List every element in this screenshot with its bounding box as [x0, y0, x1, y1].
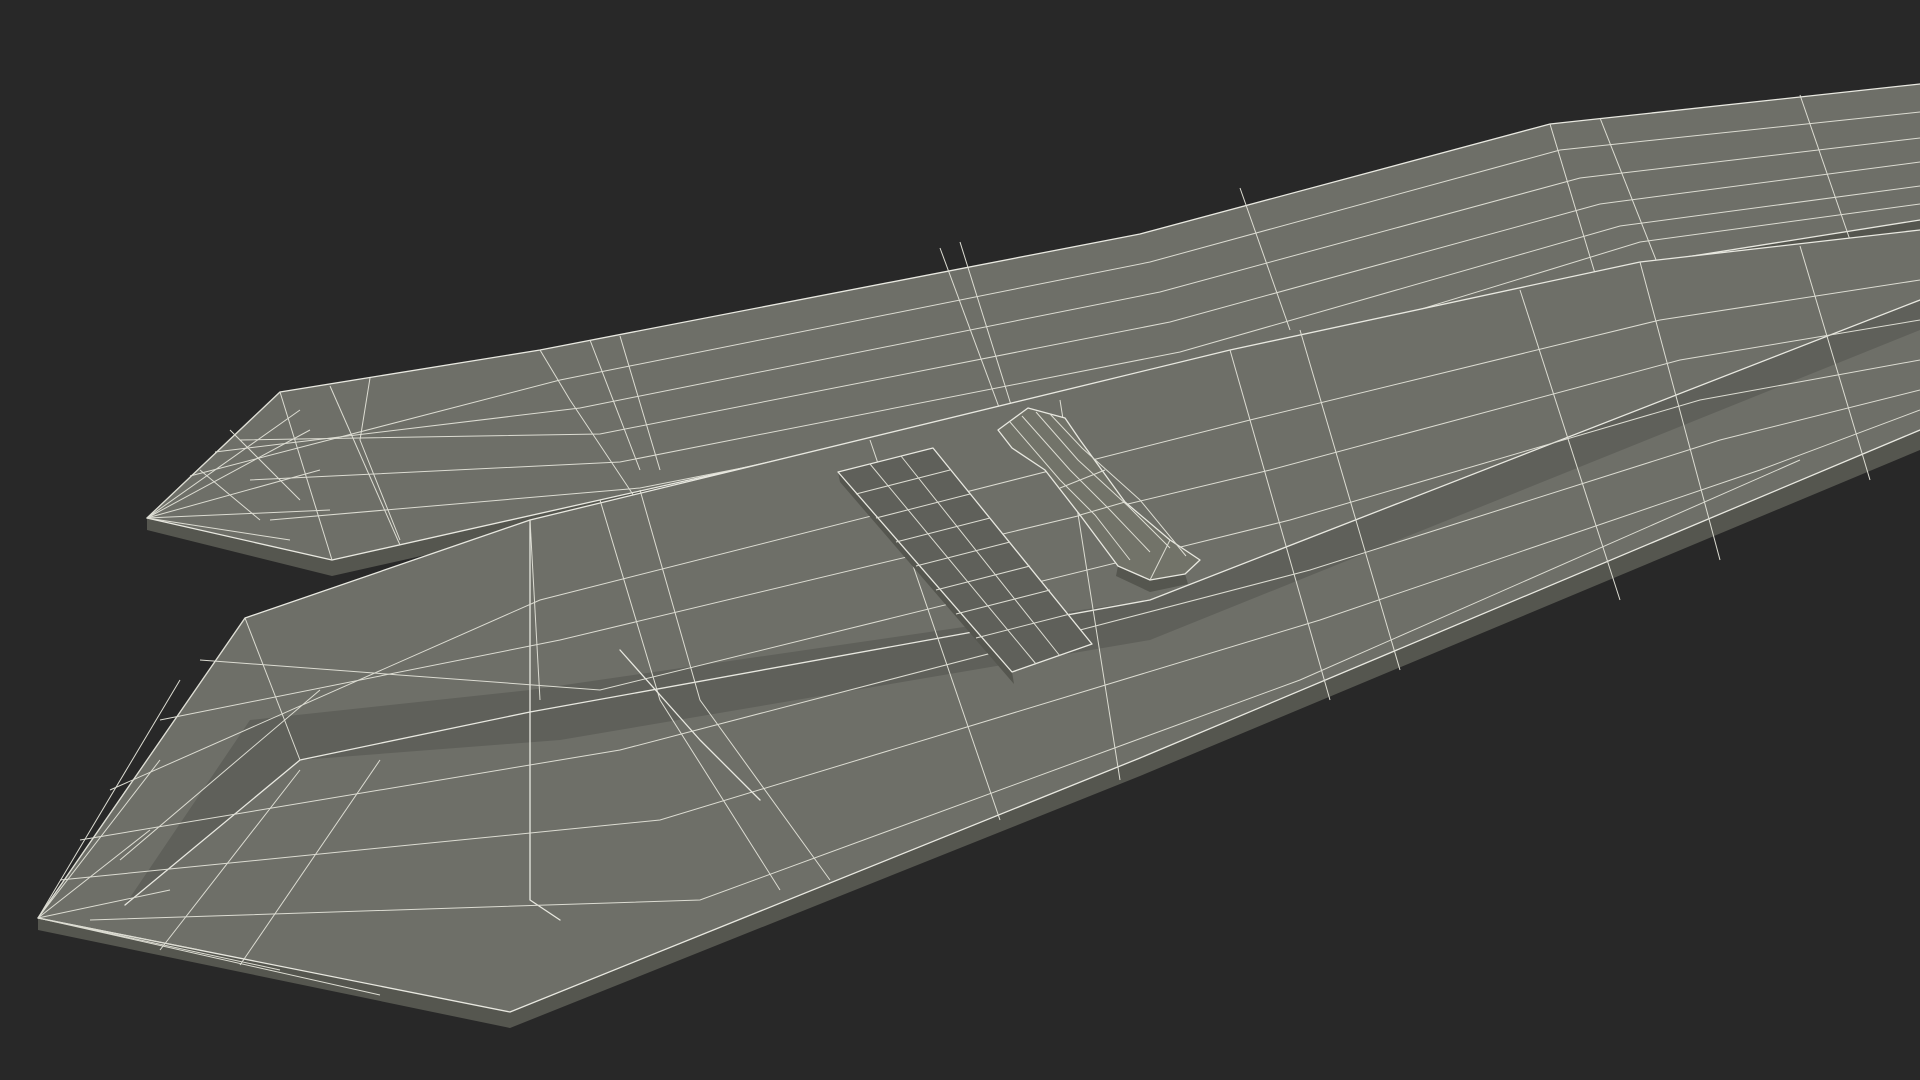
- render-viewport: [37, 83, 1920, 1028]
